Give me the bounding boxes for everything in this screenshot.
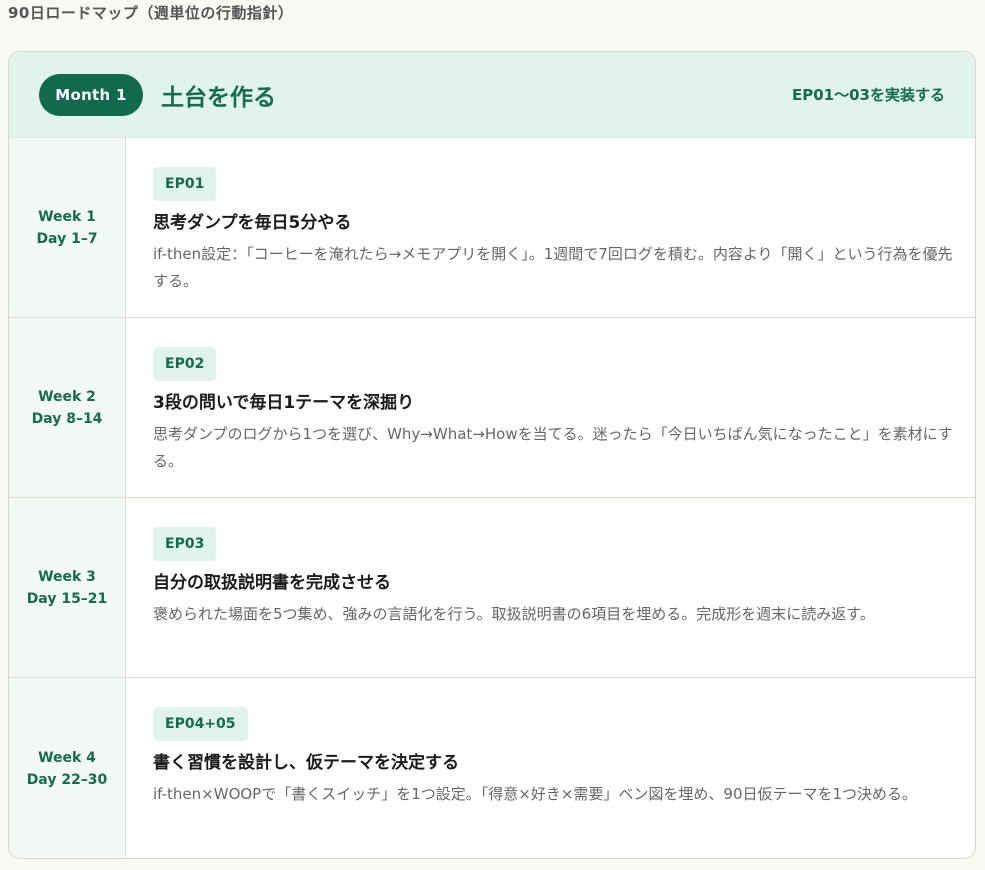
week-content: EP01 思考ダンプを毎日5分やる if-then設定：「コーヒーを淹れたら→メ… (126, 138, 975, 317)
week-number: Week 3 (38, 568, 96, 585)
week-row: Week 2 Day 8–14 EP02 3段の問いで毎日1テーマを深掘り 思考… (9, 318, 975, 498)
week-label-cell: Week 4 Day 22–30 (9, 678, 126, 858)
page-heading: 90日ロードマップ（週単位の行動指針） (8, 4, 294, 22)
week-list: Week 1 Day 1–7 EP01 思考ダンプを毎日5分やる if-then… (9, 138, 975, 858)
week-row: Week 1 Day 1–7 EP01 思考ダンプを毎日5分やる if-then… (9, 138, 975, 318)
task-title: 書く習慣を設計し、仮テーマを決定する (153, 753, 459, 773)
task-description: 褒められた場面を5つ集め、強みの言語化を行う。取扱説明書の6項目を埋める。完成形… (153, 605, 875, 623)
week-content: EP02 3段の問いで毎日1テーマを深掘り 思考ダンプのログから1つを選び、Wh… (126, 318, 975, 497)
episode-tag: EP04+05 (153, 707, 248, 741)
week-number: Week 4 (38, 749, 96, 766)
week-days: Day 22–30 (26, 771, 108, 788)
month-badge: Month 1 (39, 73, 143, 116)
week-content: EP03 自分の取扱説明書を完成させる 褒められた場面を5つ集め、強みの言語化を… (126, 498, 975, 677)
week-label-cell: Week 3 Day 15–21 (9, 498, 126, 677)
task-description: if-then×WOOPで「書くスイッチ」を1つ設定。「得意×好き×需要」ベン図… (153, 785, 918, 803)
week-label-cell: Week 1 Day 1–7 (9, 138, 126, 317)
month-scope: EP01〜03を実装する (792, 86, 945, 104)
week-content: EP04+05 書く習慣を設計し、仮テーマを決定する if-then×WOOPで… (126, 678, 975, 858)
week-days: Day 15–21 (26, 590, 108, 607)
week-number: Week 2 (38, 388, 96, 405)
week-label-cell: Week 2 Day 8–14 (9, 318, 126, 497)
task-title: 3段の問いで毎日1テーマを深掘り (153, 393, 415, 413)
week-row: Week 3 Day 15–21 EP03 自分の取扱説明書を完成させる 褒めら… (9, 498, 975, 678)
episode-tag: EP02 (153, 347, 217, 381)
task-title: 自分の取扱説明書を完成させる (153, 573, 391, 593)
episode-tag: EP01 (153, 167, 217, 201)
task-title: 思考ダンプを毎日5分やる (153, 213, 352, 233)
task-description: 思考ダンプのログから1つを選び、Why→What→Howを当てる。迷ったら「今日… (153, 425, 953, 470)
month-card: Month 1 土台を作る EP01〜03を実装する Week 1 Day 1–… (8, 51, 976, 859)
month-title: 土台を作る (161, 83, 276, 111)
page: 90日ロードマップ（週単位の行動指針） Month 1 土台を作る EP01〜0… (0, 0, 985, 870)
week-number: Week 1 (38, 208, 96, 225)
task-description: if-then設定：「コーヒーを淹れたら→メモアプリを開く」。1週間で7回ログを… (153, 245, 953, 290)
week-days: Day 8–14 (31, 410, 103, 427)
episode-tag: EP03 (153, 527, 217, 561)
week-days: Day 1–7 (36, 230, 98, 247)
month-header: Month 1 土台を作る EP01〜03を実装する (9, 52, 975, 138)
week-row: Week 4 Day 22–30 EP04+05 書く習慣を設計し、仮テーマを決… (9, 678, 975, 858)
